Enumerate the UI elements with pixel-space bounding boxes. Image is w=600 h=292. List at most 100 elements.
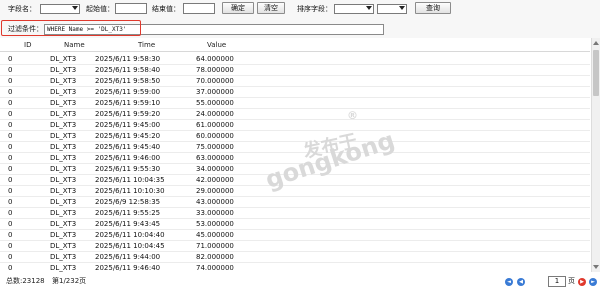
- table-row[interactable]: 0 DL_XT3 2025/6/11 10:04:35 42.000000: [0, 175, 590, 186]
- cell-time: 2025/6/11 9:45:00: [95, 121, 161, 129]
- scroll-up-icon[interactable]: [593, 41, 599, 45]
- scroll-down-icon[interactable]: [593, 265, 599, 269]
- table-row[interactable]: 0 DL_XT3 2025/6/11 9:58:30 64.000000: [0, 54, 590, 65]
- cell-name: DL_XT3: [50, 176, 77, 184]
- cell-time: 2025/6/11 9:59:20: [95, 110, 161, 118]
- table-row[interactable]: 0 DL_XT3 2025/6/11 9:43:45 53.000000: [0, 219, 590, 230]
- column-header-value[interactable]: Value: [207, 40, 226, 50]
- cell-name: DL_XT3: [50, 198, 77, 206]
- first-page-icon[interactable]: ◄: [505, 278, 513, 286]
- cell-value: 55.000000: [196, 99, 234, 107]
- chevron-down-icon: [72, 6, 78, 10]
- table-row[interactable]: 0 DL_XT3 2025/6/11 9:55:25 33.000000: [0, 208, 590, 219]
- cell-id: 0: [8, 77, 13, 85]
- page-info: 第1/232页: [52, 277, 87, 285]
- cell-time: 2025/6/11 9:43:45: [95, 220, 161, 228]
- table-row[interactable]: 0 DL_XT3 2025/6/9 12:58:35 43.000000: [0, 197, 590, 208]
- end-value-label: 结束值：: [152, 5, 180, 13]
- cell-name: DL_XT3: [50, 242, 77, 250]
- table-row[interactable]: 0 DL_XT3 2025/6/11 9:59:00 37.000000: [0, 87, 590, 98]
- cell-time: 2025/6/11 9:45:40: [95, 143, 161, 151]
- cell-name: DL_XT3: [50, 132, 77, 140]
- cell-name: DL_XT3: [50, 231, 77, 239]
- table-row[interactable]: 0 DL_XT3 2025/6/11 10:04:45 71.000000: [0, 241, 590, 252]
- cell-value: 34.000000: [196, 165, 234, 173]
- cell-id: 0: [8, 264, 13, 272]
- next-page-icon[interactable]: ▶: [578, 278, 586, 286]
- sort-order-select[interactable]: [377, 4, 407, 14]
- total-count: 总数:23128: [6, 277, 45, 285]
- cell-time: 2025/6/11 9:44:00: [95, 253, 161, 261]
- table-row[interactable]: 0 DL_XT3 2025/6/11 9:45:20 60.000000: [0, 131, 590, 142]
- cell-id: 0: [8, 110, 13, 118]
- cell-time: 2025/6/11 9:55:30: [95, 165, 161, 173]
- cell-time: 2025/6/11 9:45:20: [95, 132, 161, 140]
- cell-value: 53.000000: [196, 220, 234, 228]
- vertical-scrollbar[interactable]: [591, 38, 600, 272]
- cell-value: 43.000000: [196, 198, 234, 206]
- cell-id: 0: [8, 209, 13, 217]
- table-row[interactable]: 0 DL_XT3 2025/6/11 9:59:10 55.000000: [0, 98, 590, 109]
- data-grid: ID Name Time Value 0 DL_XT3 2025/6/11 9:58…: [0, 38, 590, 272]
- prev-page-icon[interactable]: ◀: [517, 278, 525, 286]
- cell-name: DL_XT3: [50, 209, 77, 217]
- cell-value: 61.000000: [196, 121, 234, 129]
- chevron-down-icon: [399, 6, 405, 10]
- field-name-label: 字段名：: [8, 5, 36, 13]
- table-row[interactable]: 0 DL_XT3 2025/6/11 9:58:50 70.000000: [0, 76, 590, 87]
- cell-id: 0: [8, 198, 13, 206]
- cell-value: 42.000000: [196, 176, 234, 184]
- clear-button[interactable]: 清空: [257, 2, 285, 14]
- cell-name: DL_XT3: [50, 165, 77, 173]
- cell-value: 74.000000: [196, 264, 234, 272]
- cell-id: 0: [8, 253, 13, 261]
- query-button[interactable]: 查询: [415, 2, 451, 14]
- table-row[interactable]: 0 DL_XT3 2025/6/11 9:45:40 75.000000: [0, 142, 590, 153]
- table-row[interactable]: 0 DL_XT3 2025/6/11 9:58:40 78.000000: [0, 65, 590, 76]
- column-header-time[interactable]: Time: [138, 40, 155, 50]
- cell-value: 45.000000: [196, 231, 234, 239]
- table-row[interactable]: 0 DL_XT3 2025/6/11 9:46:40 74.000000: [0, 263, 590, 272]
- cell-time: 2025/6/11 10:04:40: [95, 231, 165, 239]
- table-row[interactable]: 0 DL_XT3 2025/6/11 9:59:20 24.000000: [0, 109, 590, 120]
- table-row[interactable]: 0 DL_XT3 2025/6/11 9:44:00 82.000000: [0, 252, 590, 263]
- page-suffix: 页: [568, 277, 575, 285]
- cell-value: 24.000000: [196, 110, 234, 118]
- table-row[interactable]: 0 DL_XT3 2025/6/11 9:55:30 34.000000: [0, 164, 590, 175]
- cell-value: 29.000000: [196, 187, 234, 195]
- query-toolbar: 字段名： 起始值： 结束值： 确定 清空 排序字段： 查询 过滤条件： WHER…: [0, 0, 600, 38]
- cell-value: 63.000000: [196, 154, 234, 162]
- cell-time: 2025/6/11 9:55:25: [95, 209, 161, 217]
- cell-id: 0: [8, 220, 13, 228]
- table-row[interactable]: 0 DL_XT3 2025/6/11 9:45:00 61.000000: [0, 120, 590, 131]
- scrollbar-thumb[interactable]: [593, 50, 599, 96]
- cell-time: 2025/6/11 9:58:40: [95, 66, 161, 74]
- table-row[interactable]: 0 DL_XT3 2025/6/11 10:04:40 45.000000: [0, 230, 590, 241]
- cell-name: DL_XT3: [50, 253, 77, 261]
- page-number-input[interactable]: 1: [548, 276, 566, 287]
- cell-name: DL_XT3: [50, 66, 77, 74]
- cell-name: DL_XT3: [50, 154, 77, 162]
- cell-value: 60.000000: [196, 132, 234, 140]
- cell-value: 82.000000: [196, 253, 234, 261]
- table-row[interactable]: 0 DL_XT3 2025/6/11 10:10:30 29.000000: [0, 186, 590, 197]
- cell-name: DL_XT3: [50, 143, 77, 151]
- end-value-input[interactable]: [183, 3, 215, 14]
- cell-name: DL_XT3: [50, 187, 77, 195]
- cell-time: 2025/6/11 10:10:30: [95, 187, 165, 195]
- cell-id: 0: [8, 121, 13, 129]
- column-header-id[interactable]: ID: [24, 40, 31, 50]
- cell-value: 75.000000: [196, 143, 234, 151]
- cell-id: 0: [8, 66, 13, 74]
- cell-value: 71.000000: [196, 242, 234, 250]
- confirm-button[interactable]: 确定: [222, 2, 254, 14]
- filter-highlight: [1, 20, 141, 36]
- cell-value: 78.000000: [196, 66, 234, 74]
- status-bar: 总数:23128 第1/232页 ◄ ◀ 1 页 ▶ ►: [0, 272, 600, 292]
- column-header-name[interactable]: Name: [64, 40, 85, 50]
- sort-field-select[interactable]: [334, 4, 374, 14]
- field-name-select[interactable]: [40, 4, 80, 14]
- last-page-icon[interactable]: ►: [589, 278, 597, 286]
- table-row[interactable]: 0 DL_XT3 2025/6/11 9:46:00 63.000000: [0, 153, 590, 164]
- start-value-input[interactable]: [115, 3, 147, 14]
